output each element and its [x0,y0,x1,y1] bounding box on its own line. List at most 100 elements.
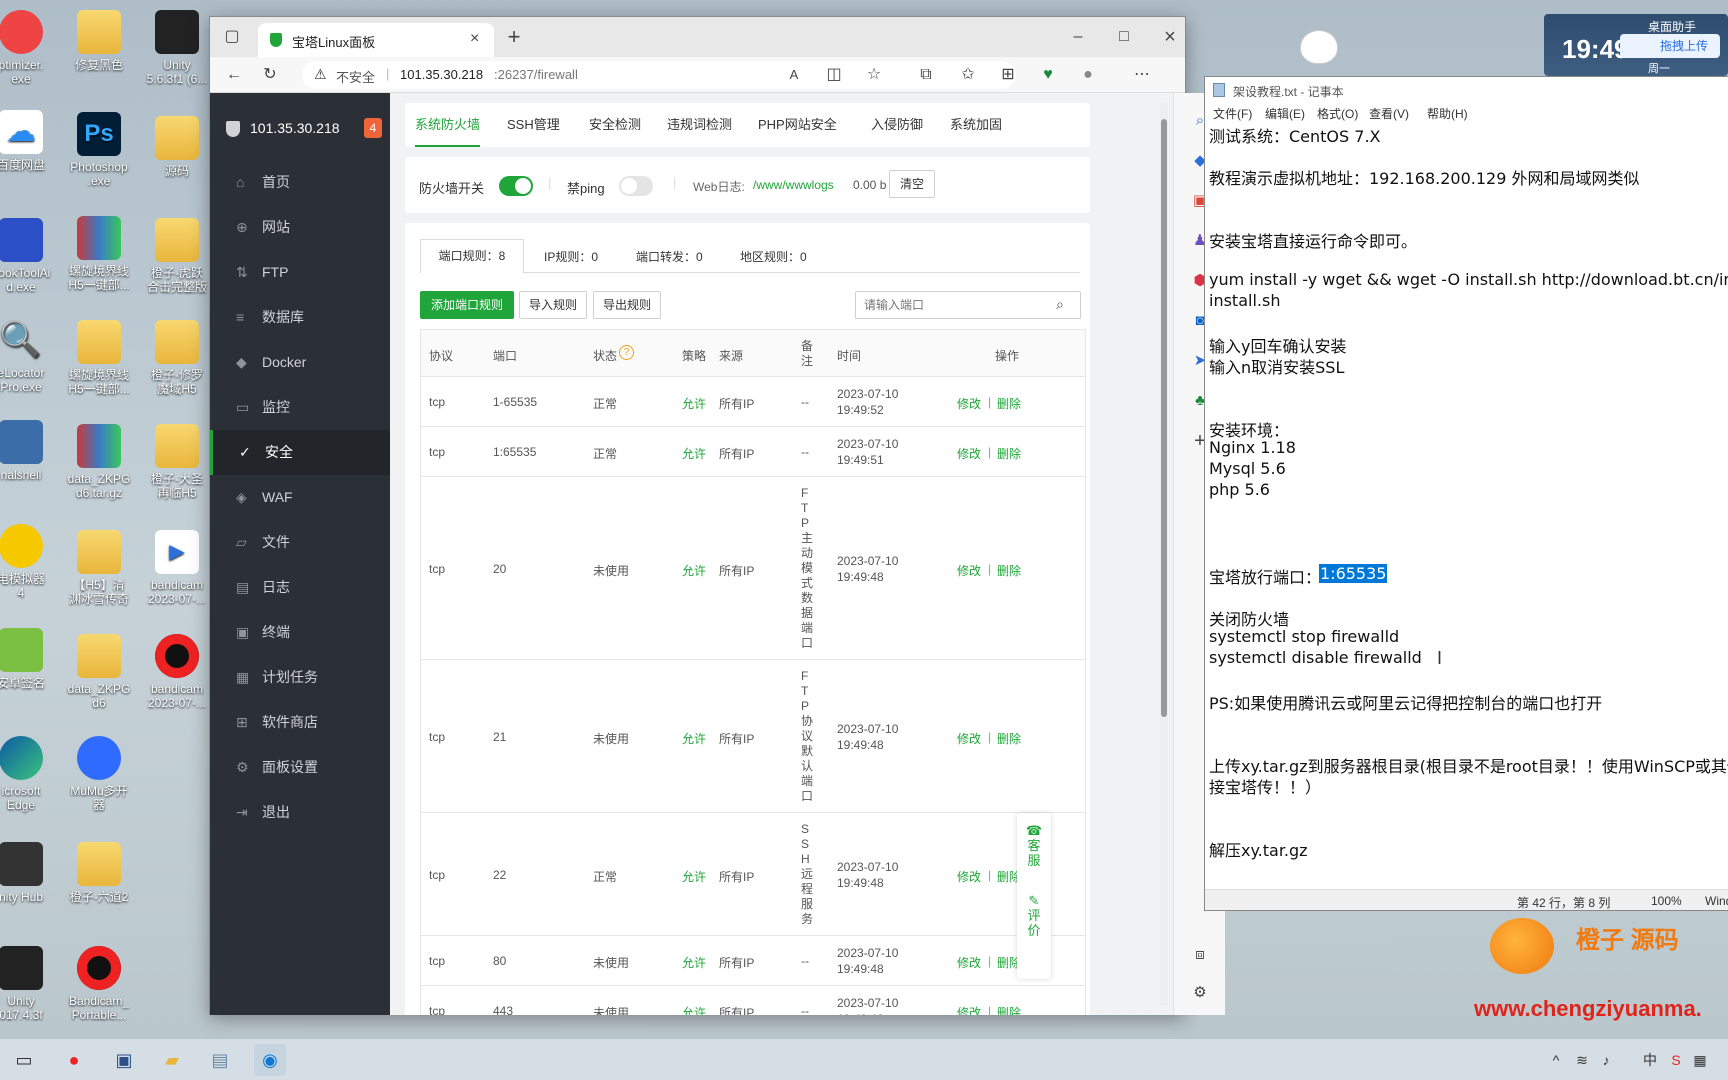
desktop-icon[interactable]: data_ZKPG d6 [56,634,142,710]
content-scrollbar[interactable] [1160,103,1168,1005]
menu-file[interactable]: 文件(F) [1213,105,1252,122]
read-aloud-icon[interactable]: A [780,61,808,89]
nav-files[interactable]: ▱ 文件 [210,520,390,565]
help-icon[interactable]: ? [619,345,634,360]
tab-php-security[interactable]: PHP网站安全 [758,103,837,147]
nav-home[interactable]: ⌂ 首页 [210,160,390,205]
desktop-icon[interactable]: Unity 017.4.3f [0,946,64,1022]
customer-service-button[interactable]: ☎ 客服 [1025,823,1043,868]
desktop-icon[interactable]: nalshell [0,420,64,482]
menu-format[interactable]: 格式(O) [1317,105,1358,122]
notification-badge[interactable]: 4 [364,118,382,138]
maximize-icon[interactable]: □ [1110,23,1138,51]
firewall-toggle[interactable] [499,176,533,196]
close-window-icon[interactable]: × [1156,23,1184,51]
desktop-icon[interactable]: 安卓签名 [0,628,64,690]
collections-icon[interactable]: ⊞ [994,61,1022,89]
desktop-icon[interactable]: data_ZKPG d6.tar.gz [56,424,142,500]
refresh-icon[interactable]: ↻ [256,61,284,89]
edit-link[interactable]: 修改 [957,954,981,971]
subtab-port-forward[interactable]: 端口转发：0 [636,248,703,265]
desktop-icon[interactable]: bandicam 2023-07-... [134,634,220,710]
edit-link[interactable]: 修改 [957,1004,981,1015]
desktop-icon[interactable]: ▶ bandicam 2023-07-... [134,530,220,606]
performance-icon[interactable]: ♥ [1034,61,1062,89]
subtab-region-rules[interactable]: 地区规则：0 [740,248,807,265]
settings-icon[interactable]: ⚙ [1186,979,1214,1007]
browser-tab[interactable]: 宝塔Linux面板 × [258,23,494,57]
remote-desktop-icon[interactable]: ▣ [108,1044,140,1076]
desktop-icon[interactable]: 橙子-修罗 魔域H5 [134,320,220,396]
upload-button[interactable]: 拖拽上传 [1620,34,1720,58]
nav-logout[interactable]: ⇥ 退出 [210,790,390,835]
desktop-icon[interactable]: 源码 [134,116,220,178]
edit-link[interactable]: 修改 [957,562,981,579]
port-search-input[interactable] [856,292,1046,318]
app-tray-icon[interactable]: ▦ [1684,1044,1716,1076]
new-tab-icon[interactable]: + [500,23,528,51]
desktop-icon[interactable]: 橙子-大圣 再临H5 [134,424,220,500]
bandicam-taskbar-icon[interactable]: ● [58,1044,90,1076]
notepad-taskbar-icon[interactable]: ▤ [204,1044,236,1076]
clear-logs-button[interactable]: 清空 [889,170,935,198]
desktop-icon[interactable]: 电模拟器 4 [0,524,64,600]
add-port-rule-button[interactable]: 添加端口规则 [420,291,514,319]
nav-database[interactable]: ≡ 数据库 [210,295,390,340]
delete-link[interactable]: 删除 [997,730,1021,747]
ping-toggle[interactable] [619,176,653,196]
close-tab-icon[interactable]: × [470,30,479,48]
tab-security-scan[interactable]: 安全检测 [589,103,641,147]
weblog-path-link[interactable]: /www/wwwlogs [753,178,834,192]
desktop-icon[interactable]: ☁ 百度网盘 [0,110,64,172]
more-menu-icon[interactable]: ⋯ [1128,61,1156,89]
desktop-icon[interactable]: 橙子-六道2 [56,842,142,904]
desktop-icon[interactable]: ptimizer. exe [0,10,64,86]
nav-cron[interactable]: ▦ 计划任务 [210,655,390,700]
delete-link[interactable]: 删除 [997,395,1021,412]
desktop-icon[interactable]: 修复黑色 [56,10,142,72]
tab-hardening[interactable]: 系统加固 [950,103,1002,147]
notepad-editor[interactable]: 测试系统：CentOS 7.X 教程演示虚拟机地址：192.168.200.129… [1205,123,1728,889]
desktop-icon[interactable]: Ps Photoshop .exe [56,112,142,188]
subtab-port-rules[interactable]: 端口规则：8 [420,239,524,274]
desktop-icon[interactable]: bookToolAi d.exe [0,218,64,294]
minimize-icon[interactable]: – [1064,23,1092,51]
nav-logs[interactable]: ▤ 日志 [210,565,390,610]
edit-link[interactable]: 修改 [957,445,981,462]
review-button[interactable]: ✎ 评价 [1025,893,1043,938]
desktop-icon[interactable]: 橙子-虎跃 合击完整版 [134,218,220,294]
nav-settings[interactable]: ⚙ 面板设置 [210,745,390,790]
back-icon[interactable]: ← [220,61,248,89]
volume-icon[interactable]: ♪ [1590,1044,1622,1076]
desktop-icon[interactable]: 【H5】清 渊冰雪传奇 [56,530,142,606]
scrollbar-thumb[interactable] [1161,119,1167,717]
subtab-ip-rules[interactable]: IP规则：0 [544,248,598,265]
edge-taskbar-icon[interactable]: ◉ [254,1044,286,1076]
edit-link[interactable]: 修改 [957,730,981,747]
delete-link[interactable]: 删除 [997,445,1021,462]
import-rules-button[interactable]: 导入规则 [519,291,587,319]
export-rules-button[interactable]: 导出规则 [593,291,661,319]
tab-ssh[interactable]: SSH管理 [507,103,560,147]
favorites-list-icon[interactable]: ✩ [954,61,982,89]
profile-avatar[interactable]: ● [1074,61,1102,89]
nav-terminal[interactable]: ▣ 终端 [210,610,390,655]
nav-waf[interactable]: ◈ WAF [210,475,390,520]
nav-docker[interactable]: ◆ Docker [210,340,390,385]
desktop-icon[interactable]: 🔍 eLocator Pro.exe [0,318,64,394]
screenshot-icon[interactable]: ⧈ [1186,941,1214,969]
delete-link[interactable]: 删除 [997,1004,1021,1015]
nav-store[interactable]: ⊞ 软件商店 [210,700,390,745]
nav-ftp[interactable]: ⇅ FTP [210,250,390,295]
desktop-icon[interactable]: MuMu多开 器 [56,736,142,812]
split-screen-icon[interactable]: ◫ [820,61,848,89]
clock-widget[interactable]: 桌面助手 19:49 周一 拖拽上传 [1544,14,1728,76]
nav-security[interactable]: ✓ 安全 [210,430,390,475]
desktop-icon[interactable]: 螺旋境界线 H5一键部... [56,216,142,292]
tab-word-check[interactable]: 违规词检测 [667,103,732,147]
port-search[interactable]: ⌕ [855,291,1081,319]
nav-monitor[interactable]: ▭ 监控 [210,385,390,430]
favorite-icon[interactable]: ☆ [860,61,888,89]
extensions-icon[interactable]: ⧉ [912,61,940,89]
task-view-icon[interactable]: ▭ [8,1044,40,1076]
